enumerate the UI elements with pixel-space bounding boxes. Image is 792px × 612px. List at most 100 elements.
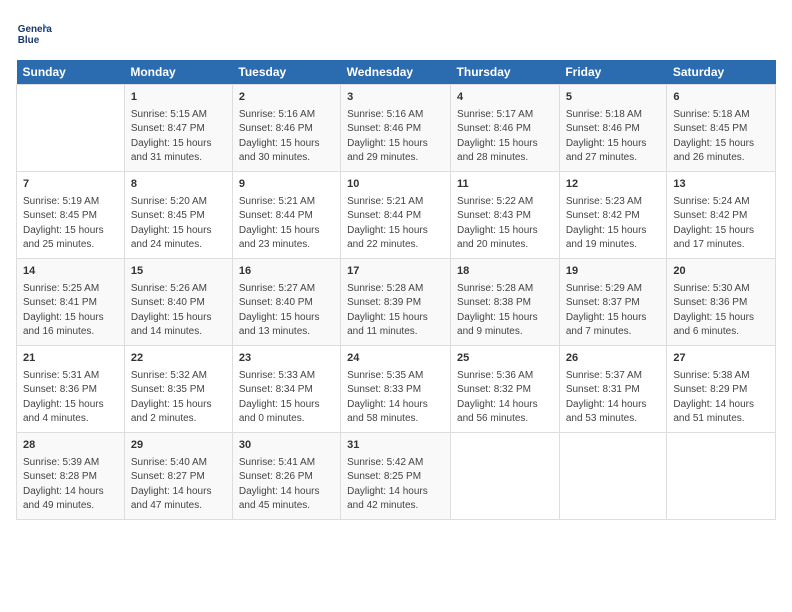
day-cell: 6Sunrise: 5:18 AM Sunset: 8:45 PM Daylig… bbox=[667, 85, 776, 172]
day-number: 2 bbox=[239, 90, 334, 106]
day-number: 4 bbox=[457, 90, 553, 106]
day-number: 3 bbox=[347, 90, 444, 106]
day-cell: 30 Sunrise: 5:41 AM Sunset: 8:26 PM Dayli… bbox=[232, 432, 340, 519]
logo-icon: General Blue bbox=[16, 16, 52, 52]
week-row-5: 28 Sunrise: 5:39 AM Sunset: 8:28 PM Dayli… bbox=[17, 432, 776, 519]
svg-text:General: General bbox=[18, 24, 52, 35]
day-info: Sunrise: 5:21 AM Sunset: 8:44 PM Dayligh… bbox=[239, 195, 334, 253]
day-cell: 5 Sunrise: 5:18 AM Sunset: 8:46 PM Daylig… bbox=[559, 85, 667, 172]
day-number: 30 bbox=[239, 438, 334, 454]
header-row: SundayMondayTuesdayWednesdayThursdayFrid… bbox=[17, 60, 776, 85]
week-row-1: 1Sunrise: 5:15 AM Sunset: 8:47 PM Daylig… bbox=[17, 85, 776, 172]
day-number: 20 bbox=[673, 264, 769, 280]
day-cell: 21Sunrise: 5:31 AM Sunset: 8:36 PM Dayli… bbox=[17, 345, 125, 432]
header-cell-friday: Friday bbox=[559, 60, 667, 85]
day-cell: 22 Sunrise: 5:32 AM Sunset: 8:35 PM Dayli… bbox=[124, 345, 232, 432]
day-number: 25 bbox=[457, 351, 553, 367]
day-cell: 15 Sunrise: 5:26 AM Sunset: 8:40 PM Dayli… bbox=[124, 258, 232, 345]
calendar-header: SundayMondayTuesdayWednesdayThursdayFrid… bbox=[17, 60, 776, 85]
day-info: Sunrise: 5:29 AM Sunset: 8:37 PM Dayligh… bbox=[566, 282, 661, 340]
day-number: 9 bbox=[239, 177, 334, 193]
day-cell bbox=[667, 432, 776, 519]
day-number: 1 bbox=[131, 90, 226, 106]
day-number: 7 bbox=[23, 177, 118, 193]
day-number: 5 bbox=[566, 90, 661, 106]
day-info: Sunrise: 5:30 AM Sunset: 8:36 PM Dayligh… bbox=[673, 282, 769, 340]
day-info: Sunrise: 5:17 AM Sunset: 8:46 PM Dayligh… bbox=[457, 108, 553, 166]
day-cell: 12 Sunrise: 5:23 AM Sunset: 8:42 PM Dayli… bbox=[559, 171, 667, 258]
day-info: Sunrise: 5:18 AM Sunset: 8:45 PM Dayligh… bbox=[673, 108, 769, 166]
day-info: Sunrise: 5:25 AM Sunset: 8:41 PM Dayligh… bbox=[23, 282, 118, 340]
day-info: Sunrise: 5:28 AM Sunset: 8:38 PM Dayligh… bbox=[457, 282, 553, 340]
week-row-2: 7 Sunrise: 5:19 AM Sunset: 8:45 PM Daylig… bbox=[17, 171, 776, 258]
day-number: 8 bbox=[131, 177, 226, 193]
day-info: Sunrise: 5:37 AM Sunset: 8:31 PM Dayligh… bbox=[566, 369, 661, 427]
day-cell: 3 Sunrise: 5:16 AM Sunset: 8:46 PM Daylig… bbox=[341, 85, 451, 172]
day-info: Sunrise: 5:42 AM Sunset: 8:25 PM Dayligh… bbox=[347, 456, 444, 514]
day-number: 28 bbox=[23, 438, 118, 454]
day-cell bbox=[451, 432, 560, 519]
calendar-body: 1Sunrise: 5:15 AM Sunset: 8:47 PM Daylig… bbox=[17, 85, 776, 520]
day-info: Sunrise: 5:16 AM Sunset: 8:46 PM Dayligh… bbox=[347, 108, 444, 166]
day-cell: 24 Sunrise: 5:35 AM Sunset: 8:33 PM Dayli… bbox=[341, 345, 451, 432]
day-cell: 17Sunrise: 5:28 AM Sunset: 8:39 PM Dayli… bbox=[341, 258, 451, 345]
logo: General Blue bbox=[16, 16, 52, 52]
day-cell bbox=[17, 85, 125, 172]
day-cell bbox=[559, 432, 667, 519]
day-info: Sunrise: 5:28 AM Sunset: 8:39 PM Dayligh… bbox=[347, 282, 444, 340]
day-cell: 1Sunrise: 5:15 AM Sunset: 8:47 PM Daylig… bbox=[124, 85, 232, 172]
day-number: 12 bbox=[566, 177, 661, 193]
day-cell: 28 Sunrise: 5:39 AM Sunset: 8:28 PM Dayli… bbox=[17, 432, 125, 519]
day-number: 15 bbox=[131, 264, 226, 280]
header-cell-tuesday: Tuesday bbox=[232, 60, 340, 85]
day-info: Sunrise: 5:35 AM Sunset: 8:33 PM Dayligh… bbox=[347, 369, 444, 427]
day-number: 14 bbox=[23, 264, 118, 280]
header-cell-wednesday: Wednesday bbox=[341, 60, 451, 85]
day-info: Sunrise: 5:38 AM Sunset: 8:29 PM Dayligh… bbox=[673, 369, 769, 427]
day-number: 22 bbox=[131, 351, 226, 367]
day-cell: 16Sunrise: 5:27 AM Sunset: 8:40 PM Dayli… bbox=[232, 258, 340, 345]
day-cell: 19Sunrise: 5:29 AM Sunset: 8:37 PM Dayli… bbox=[559, 258, 667, 345]
day-cell: 23 Sunrise: 5:33 AM Sunset: 8:34 PM Dayli… bbox=[232, 345, 340, 432]
day-cell: 11 Sunrise: 5:22 AM Sunset: 8:43 PM Dayli… bbox=[451, 171, 560, 258]
svg-text:Blue: Blue bbox=[18, 35, 40, 46]
day-number: 11 bbox=[457, 177, 553, 193]
day-info: Sunrise: 5:18 AM Sunset: 8:46 PM Dayligh… bbox=[566, 108, 661, 166]
day-info: Sunrise: 5:32 AM Sunset: 8:35 PM Dayligh… bbox=[131, 369, 226, 427]
day-number: 10 bbox=[347, 177, 444, 193]
day-cell: 14 Sunrise: 5:25 AM Sunset: 8:41 PM Dayli… bbox=[17, 258, 125, 345]
day-info: Sunrise: 5:19 AM Sunset: 8:45 PM Dayligh… bbox=[23, 195, 118, 253]
day-info: Sunrise: 5:22 AM Sunset: 8:43 PM Dayligh… bbox=[457, 195, 553, 253]
day-cell: 9 Sunrise: 5:21 AM Sunset: 8:44 PM Daylig… bbox=[232, 171, 340, 258]
day-cell: 8Sunrise: 5:20 AM Sunset: 8:45 PM Daylig… bbox=[124, 171, 232, 258]
day-cell: 31 Sunrise: 5:42 AM Sunset: 8:25 PM Dayli… bbox=[341, 432, 451, 519]
day-info: Sunrise: 5:39 AM Sunset: 8:28 PM Dayligh… bbox=[23, 456, 118, 514]
day-number: 24 bbox=[347, 351, 444, 367]
day-cell: 4 Sunrise: 5:17 AM Sunset: 8:46 PM Daylig… bbox=[451, 85, 560, 172]
day-number: 31 bbox=[347, 438, 444, 454]
day-info: Sunrise: 5:41 AM Sunset: 8:26 PM Dayligh… bbox=[239, 456, 334, 514]
day-number: 29 bbox=[131, 438, 226, 454]
day-cell: 27 Sunrise: 5:38 AM Sunset: 8:29 PM Dayli… bbox=[667, 345, 776, 432]
day-number: 27 bbox=[673, 351, 769, 367]
day-cell: 25Sunrise: 5:36 AM Sunset: 8:32 PM Dayli… bbox=[451, 345, 560, 432]
day-cell: 26Sunrise: 5:37 AM Sunset: 8:31 PM Dayli… bbox=[559, 345, 667, 432]
week-row-3: 14 Sunrise: 5:25 AM Sunset: 8:41 PM Dayli… bbox=[17, 258, 776, 345]
day-number: 13 bbox=[673, 177, 769, 193]
day-info: Sunrise: 5:23 AM Sunset: 8:42 PM Dayligh… bbox=[566, 195, 661, 253]
day-cell: 10 Sunrise: 5:21 AM Sunset: 8:44 PM Dayli… bbox=[341, 171, 451, 258]
day-info: Sunrise: 5:26 AM Sunset: 8:40 PM Dayligh… bbox=[131, 282, 226, 340]
day-info: Sunrise: 5:27 AM Sunset: 8:40 PM Dayligh… bbox=[239, 282, 334, 340]
header-cell-sunday: Sunday bbox=[17, 60, 125, 85]
day-cell: 13Sunrise: 5:24 AM Sunset: 8:42 PM Dayli… bbox=[667, 171, 776, 258]
day-info: Sunrise: 5:21 AM Sunset: 8:44 PM Dayligh… bbox=[347, 195, 444, 253]
day-cell: 18Sunrise: 5:28 AM Sunset: 8:38 PM Dayli… bbox=[451, 258, 560, 345]
day-number: 21 bbox=[23, 351, 118, 367]
header-cell-monday: Monday bbox=[124, 60, 232, 85]
day-cell: 20 Sunrise: 5:30 AM Sunset: 8:36 PM Dayli… bbox=[667, 258, 776, 345]
calendar-table: SundayMondayTuesdayWednesdayThursdayFrid… bbox=[16, 60, 776, 520]
week-row-4: 21Sunrise: 5:31 AM Sunset: 8:36 PM Dayli… bbox=[17, 345, 776, 432]
day-info: Sunrise: 5:33 AM Sunset: 8:34 PM Dayligh… bbox=[239, 369, 334, 427]
day-number: 23 bbox=[239, 351, 334, 367]
day-info: Sunrise: 5:40 AM Sunset: 8:27 PM Dayligh… bbox=[131, 456, 226, 514]
